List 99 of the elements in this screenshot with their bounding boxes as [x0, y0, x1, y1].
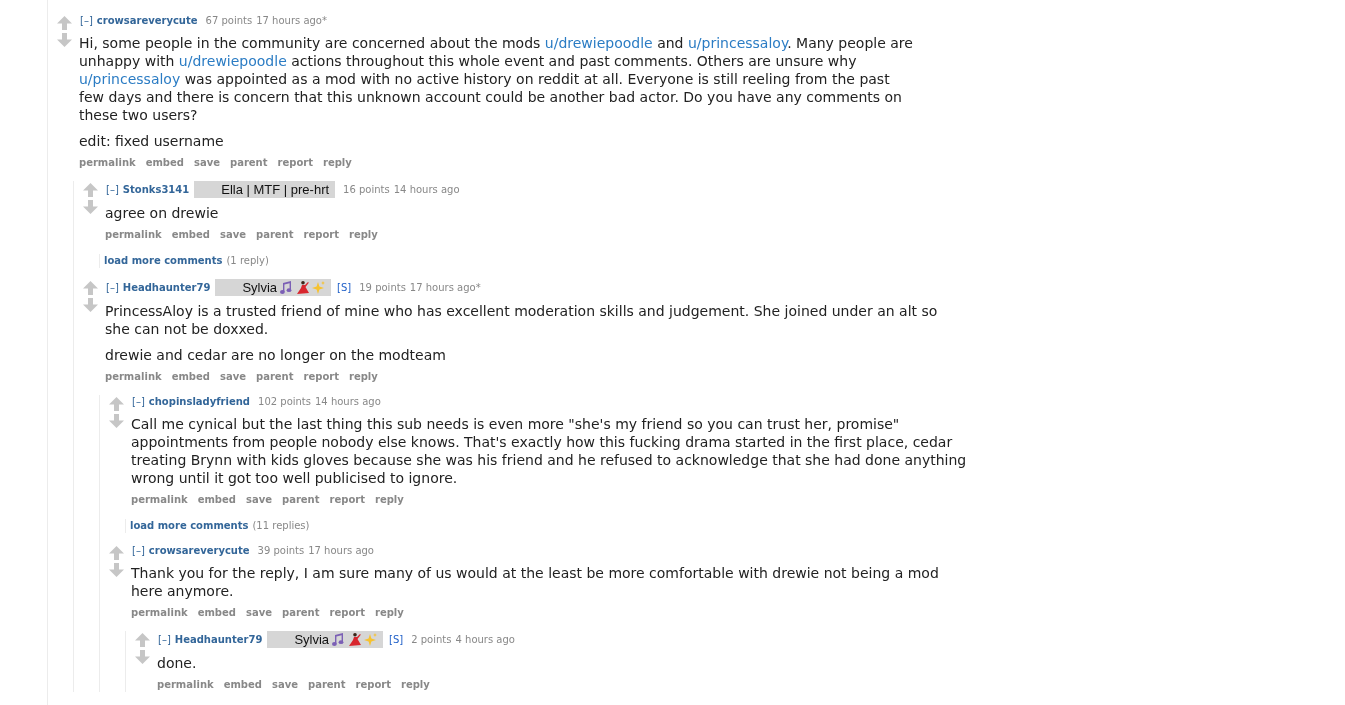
downvote-arrow-icon[interactable] — [83, 200, 98, 214]
comment-action-link[interactable]: permalink — [131, 493, 188, 507]
collapse-toggle[interactable]: [–] — [106, 182, 119, 197]
comment-text: Call me cynical but the last thing this sub needs is even more "she's my friend so you can trust her, promise" appointments from people nobody else knows. That's exactly how this fucking drama started in the first place, cedar treating Brynn with kids gloves because she was his friend and he refused to acknowledge that she had done anything wrong until it got too well publicised to ignore. — [131, 415, 968, 487]
collapse-toggle[interactable]: [–] — [158, 632, 171, 647]
comment-text: Thank you for the reply, I am sure many of us would at the least be more comfortable with drewie not being a mod here anymore. — [131, 564, 940, 600]
upvote-arrow-icon[interactable] — [83, 281, 98, 295]
username-link[interactable]: crowsareverycute — [96, 14, 198, 28]
upvote-arrow-icon[interactable] — [83, 183, 98, 197]
comment-action-link[interactable]: permalink — [105, 370, 162, 384]
music-notes-icon — [280, 281, 294, 294]
comment-action-link[interactable]: reply — [349, 228, 378, 242]
username-link[interactable]: chopinsladyfriend — [148, 395, 250, 409]
comment-action-link[interactable]: report — [303, 228, 339, 242]
comment-time: 14 hours ago — [393, 182, 460, 197]
comment-score: 2 points — [411, 632, 452, 647]
collapse-toggle[interactable]: [–] — [132, 395, 145, 409]
upvote-arrow-icon[interactable] — [57, 16, 72, 30]
downvote-arrow-icon[interactable] — [83, 298, 98, 312]
comment-action-link[interactable]: save — [272, 678, 298, 692]
comment-time: 14 hours ago — [315, 395, 381, 409]
collapse-toggle[interactable]: [–] — [106, 280, 119, 295]
comment-text: Hi, some people in the community are concerned about the mods u/drewiepoodle and u/princessaloy. Many people are unhappy with u/drewiepoodle actions throughout this whole event and past comments. Others are unsure why u/princessaloy was appointed as a mod with no active history on reddit at all. Everyone is still reeling from the past few days and there is concern that this unknown account could be another bad actor. Do you have any comments on these two users? — [79, 34, 914, 124]
comment-action-link[interactable]: parent — [256, 370, 294, 384]
comment-action-link[interactable]: permalink — [79, 156, 136, 170]
comment-action-link[interactable]: permalink — [131, 606, 188, 620]
comment-action-link[interactable]: save — [220, 228, 246, 242]
comment-text: agree on drewie — [105, 204, 220, 222]
user-link[interactable]: u/princessaloy — [79, 71, 181, 87]
collapse-toggle[interactable]: [–] — [80, 14, 93, 28]
comment-score: 102 points — [258, 395, 311, 409]
comment-score: 67 points — [205, 14, 253, 28]
downvote-arrow-icon[interactable] — [109, 563, 124, 577]
comment-action-link[interactable]: embed — [171, 228, 210, 242]
upvote-arrow-icon[interactable] — [135, 633, 150, 647]
upvote-arrow-icon[interactable] — [109, 397, 124, 411]
comment-action-link[interactable]: report — [303, 370, 339, 384]
comment-action-link[interactable]: save — [220, 370, 246, 384]
downvote-arrow-icon[interactable] — [57, 33, 72, 47]
comment-text: drewie and cedar are no longer on the modteam — [105, 346, 447, 364]
submitter-tag[interactable]: [S] — [389, 632, 404, 647]
comment-action-link[interactable]: embed — [171, 370, 210, 384]
comment-action-link[interactable]: parent — [282, 606, 320, 620]
comment-text: PrincessAloy is a trusted friend of mine who has excellent moderation skills and judgement. She joined under an alt so she can not be doxxed. — [105, 302, 939, 338]
comment-action-link[interactable]: permalink — [105, 228, 162, 242]
collapse-toggle[interactable]: [–] — [132, 544, 145, 558]
comment-action-link[interactable]: reply — [375, 493, 404, 507]
comment-action-link[interactable]: save — [246, 606, 272, 620]
reply-count: (1 reply) — [226, 255, 269, 266]
username-link[interactable]: Stonks3141 — [122, 182, 190, 197]
music-notes-icon — [332, 633, 346, 646]
comment-action-link[interactable]: reply — [349, 370, 378, 384]
comment-action-link[interactable]: parent — [308, 678, 346, 692]
upvote-arrow-icon[interactable] — [109, 546, 124, 560]
comment-action-link[interactable]: reply — [375, 606, 404, 620]
flair-text: Ella | MTF | pre-hrt — [221, 182, 330, 197]
comment-text: done. — [157, 654, 198, 672]
user-link[interactable]: u/princessaloy — [687, 35, 788, 51]
comment-action-link[interactable]: parent — [282, 493, 320, 507]
downvote-arrow-icon[interactable] — [135, 650, 150, 664]
flair-text: Sylvia — [242, 280, 278, 295]
comment-action-link[interactable]: save — [246, 493, 272, 507]
comment-action-link[interactable]: report — [329, 606, 365, 620]
load-more-link[interactable]: load more comments — [130, 520, 249, 531]
sparkles-icon — [364, 633, 378, 646]
comment-time: 4 hours ago — [455, 632, 515, 647]
username-link[interactable]: Headhaunter79 — [174, 632, 263, 647]
comment-time: 17 hours ago — [308, 544, 374, 558]
reply-count: (11 replies) — [252, 520, 310, 531]
comment-action-link[interactable]: save — [194, 156, 220, 170]
username-link[interactable]: crowsareverycute — [148, 544, 250, 558]
downvote-arrow-icon[interactable] — [109, 414, 124, 428]
comment-score: 19 points — [359, 280, 406, 295]
comment-action-link[interactable]: report — [277, 156, 313, 170]
comment-action-link[interactable]: embed — [145, 156, 184, 170]
comment-time: 17 hours ago* — [256, 14, 327, 28]
comment-action-link[interactable]: parent — [230, 156, 268, 170]
comment-action-link[interactable]: embed — [197, 606, 236, 620]
flair-text: Sylvia — [294, 632, 330, 647]
comment-action-link[interactable]: permalink — [157, 678, 214, 692]
comment-action-link[interactable]: reply — [323, 156, 352, 170]
comment-action-link[interactable]: embed — [223, 678, 262, 692]
user-link[interactable]: u/drewiepoodle — [544, 35, 653, 51]
submitter-tag[interactable]: [S] — [337, 280, 352, 295]
comment-score: 39 points — [257, 544, 305, 558]
comment-score: 16 points — [343, 182, 390, 197]
comment-action-link[interactable]: reply — [401, 678, 430, 692]
comment-time: 17 hours ago* — [409, 280, 481, 295]
sparkles-icon — [312, 281, 326, 294]
comment-text: edit: fixed username — [79, 132, 225, 150]
comment-action-link[interactable]: parent — [256, 228, 294, 242]
load-more-link[interactable]: load more comments — [104, 255, 223, 266]
comment-action-link[interactable]: report — [329, 493, 365, 507]
user-link[interactable]: u/drewiepoodle — [178, 53, 287, 69]
username-link[interactable]: Headhaunter79 — [122, 280, 211, 295]
dancer-icon — [348, 633, 362, 646]
dancer-icon — [296, 281, 310, 294]
comment-action-link[interactable]: report — [355, 678, 391, 692]
comment-action-link[interactable]: embed — [197, 493, 236, 507]
